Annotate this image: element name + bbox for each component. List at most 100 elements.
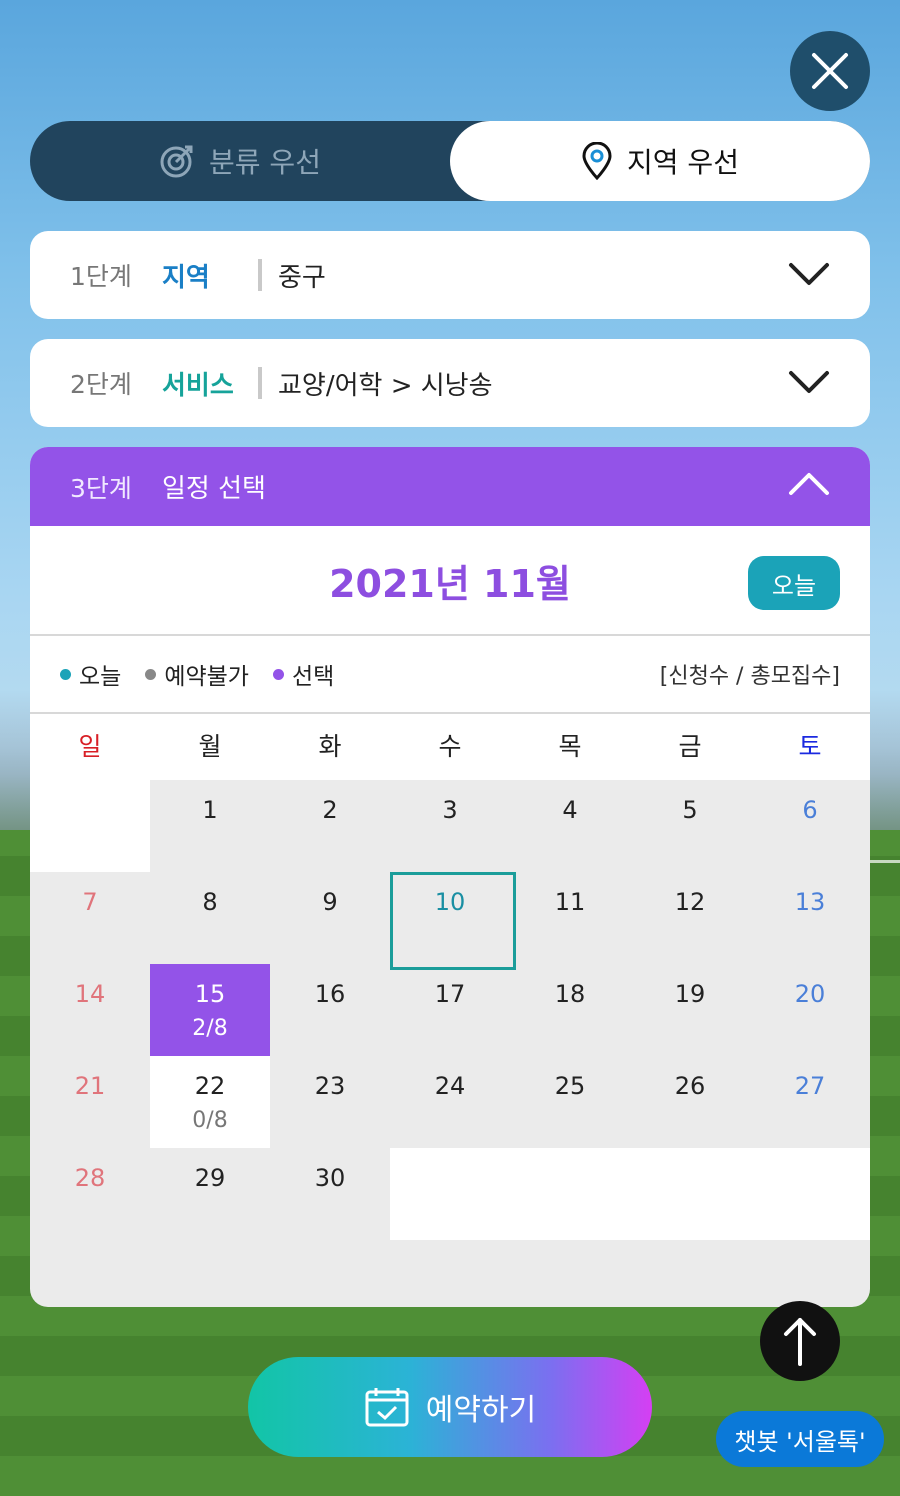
close-icon [812,53,848,89]
day-number: 30 [314,1164,346,1192]
arrow-up-icon [784,1318,816,1366]
day-application-count: 0/8 [192,1108,228,1133]
legend-selected-label: 선택 [291,664,335,690]
step-key-service: 서비스 [162,370,234,401]
target-icon [160,145,193,178]
calendar-day[interactable]: 11 [510,872,630,964]
day-number: 27 [794,1072,826,1100]
close-button[interactable] [790,31,870,111]
selected-service: 교양/어학 > 시낭송 [278,370,493,401]
legend-note: [신청수 / 총모집수] [659,664,840,689]
day-number: 1 [202,796,218,824]
step-number: 1단계 [70,262,132,291]
step2-service-selector[interactable]: 2단계 서비스 교양/어학 > 시낭송 [30,339,870,427]
month-title: 2021년 11월 [329,561,571,606]
day-number: 25 [554,1072,586,1100]
calendar-day[interactable]: 29 [150,1148,270,1240]
chevron-down-icon[interactable] [788,259,830,289]
calendar-day[interactable]: 3 [390,780,510,872]
today-dot-icon [60,668,71,680]
selected-dot-icon [272,668,284,680]
reserve-button[interactable]: 예약하기 [248,1357,652,1457]
day-number: 6 [802,796,818,824]
calendar-day[interactable]: 5 [630,780,750,872]
calendar-day[interactable]: 8 [150,872,270,964]
day-number: 29 [194,1164,226,1192]
legend-selected: 선택 [272,657,335,691]
calendar-day[interactable]: 26 [630,1056,750,1148]
scroll-top-button[interactable] [760,1301,840,1381]
calendar-day[interactable]: 16 [270,964,390,1056]
day-number: 17 [434,980,466,1008]
calendar-day[interactable]: 23 [270,1056,390,1148]
weekday-label: 화 [318,732,342,761]
tab-region-label: 지역 우선 [627,146,739,179]
legend-today-label: 오늘 [79,664,122,690]
day-number: 10 [434,888,466,916]
step-key-region: 지역 [162,262,210,293]
calendar-day[interactable]: 20 [750,964,870,1056]
weekday-label: 토 [798,732,822,761]
calendar-day[interactable]: 25 [510,1056,630,1148]
tab-region-first[interactable]: 지역 우선 [450,121,870,201]
calendar-day[interactable]: 19 [630,964,750,1056]
calendar-day[interactable]: 6 [750,780,870,872]
chevron-up-icon[interactable] [788,469,830,499]
weekday-label: 일 [78,732,102,761]
legend-unavailable-label: 예약불가 [164,664,249,690]
calendar-day[interactable]: 18 [510,964,630,1056]
today-button[interactable]: 오늘 [748,556,840,610]
weekday-label: 월 [198,732,222,761]
calendar-day[interactable]: 12 [630,872,750,964]
calendar-day[interactable]: 17 [390,964,510,1056]
calendar-day[interactable]: 30 [270,1148,390,1240]
calendar-check-icon [365,1388,409,1427]
weekday-header: 일월화수목금토 [30,714,870,780]
calendar-day[interactable]: 13 [750,872,870,964]
calendar-day[interactable]: 14 [30,964,150,1056]
calendar-day[interactable]: 9 [270,872,390,964]
calendar-empty-cell [750,1148,870,1240]
schedule-panel: 3단계 일정 선택 2021년 11월 오늘 오늘 예약불가 선택 [신청수 /… [30,447,870,1307]
weekday-label: 목 [558,732,582,761]
day-number: 22 [194,1072,226,1100]
day-number: 3 [442,796,458,824]
calendar-day[interactable]: 22 0/8 [150,1056,270,1148]
step-number: 3단계 [70,473,132,503]
day-number: 16 [314,980,346,1008]
calendar-day[interactable]: 2 [270,780,390,872]
weekday-label: 수 [438,732,462,761]
day-number: 18 [554,980,586,1008]
unavailable-dot-icon [145,668,157,680]
day-number: 24 [434,1072,466,1100]
calendar-day[interactable]: 7 [30,872,150,964]
day-number: 13 [794,888,826,916]
day-number: 14 [74,980,106,1008]
divider [258,367,262,399]
chatbot-button[interactable]: 챗봇 '서울톡' [716,1411,884,1467]
step3-header[interactable]: 3단계 일정 선택 [30,447,870,526]
calendar-day[interactable]: 15 2/8 [150,964,270,1056]
calendar-day[interactable]: 24 [390,1056,510,1148]
day-number: 21 [74,1072,106,1100]
calendar-empty-cell [30,780,150,872]
chevron-down-icon[interactable] [788,367,830,397]
calendar-day[interactable]: 1 [150,780,270,872]
legend-today: 오늘 [60,657,121,691]
reserve-label: 예약하기 [425,1393,537,1428]
mode-toggle: 분류 우선 지역 우선 [30,121,870,201]
calendar-day[interactable]: 27 [750,1056,870,1148]
calendar-day[interactable]: 10 [390,872,516,970]
day-number: 28 [74,1164,106,1192]
day-number: 12 [674,888,706,916]
step1-region-selector[interactable]: 1단계 지역 중구 [30,231,870,319]
day-number: 23 [314,1072,346,1100]
step-number: 2단계 [70,370,132,399]
day-number: 7 [82,888,98,916]
calendar-day[interactable]: 28 [30,1148,150,1240]
calendar-legend: 오늘 예약불가 선택 [신청수 / 총모집수] [30,636,870,714]
day-number: 5 [682,796,698,824]
tab-category-first[interactable]: 분류 우선 [30,121,450,201]
calendar-day[interactable]: 21 [30,1056,150,1148]
calendar-day[interactable]: 4 [510,780,630,872]
